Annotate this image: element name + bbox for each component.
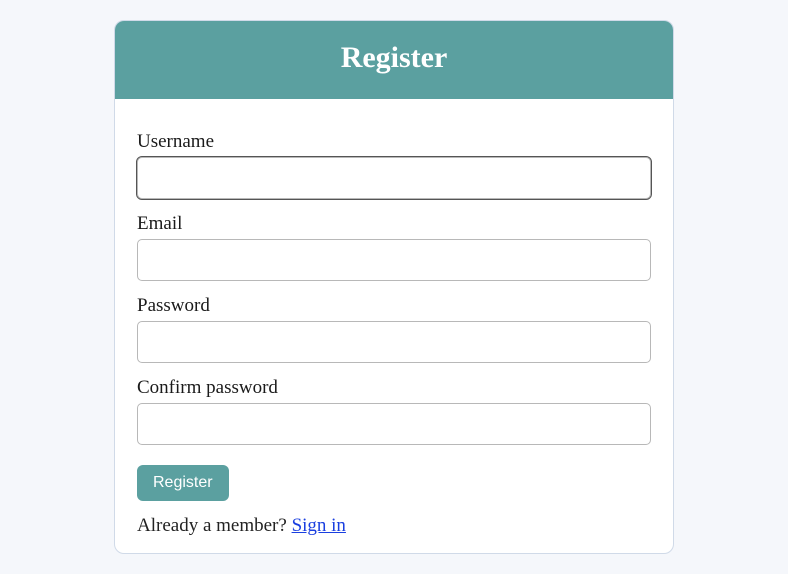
form-group-password: Password — [137, 295, 651, 363]
password-input[interactable] — [137, 321, 651, 363]
register-form: Username Email Password Confirm password… — [137, 131, 651, 501]
signin-link[interactable]: Sign in — [292, 515, 346, 536]
email-input[interactable] — [137, 239, 651, 281]
already-member-text: Already a member? Sign in — [137, 515, 651, 537]
username-label: Username — [137, 131, 651, 153]
confirm-password-label: Confirm password — [137, 377, 651, 399]
form-group-confirm-password: Confirm password — [137, 377, 651, 445]
username-input[interactable] — [137, 157, 651, 199]
register-button[interactable]: Register — [137, 465, 229, 501]
email-label: Email — [137, 213, 651, 235]
page-title: Register — [125, 41, 663, 75]
register-card: Register Username Email Password Confirm… — [114, 20, 674, 554]
form-group-username: Username — [137, 131, 651, 199]
card-header: Register — [115, 21, 673, 99]
confirm-password-input[interactable] — [137, 403, 651, 445]
already-member-prefix: Already a member? — [137, 515, 292, 536]
password-label: Password — [137, 295, 651, 317]
form-group-email: Email — [137, 213, 651, 281]
card-body: Username Email Password Confirm password… — [115, 99, 673, 553]
